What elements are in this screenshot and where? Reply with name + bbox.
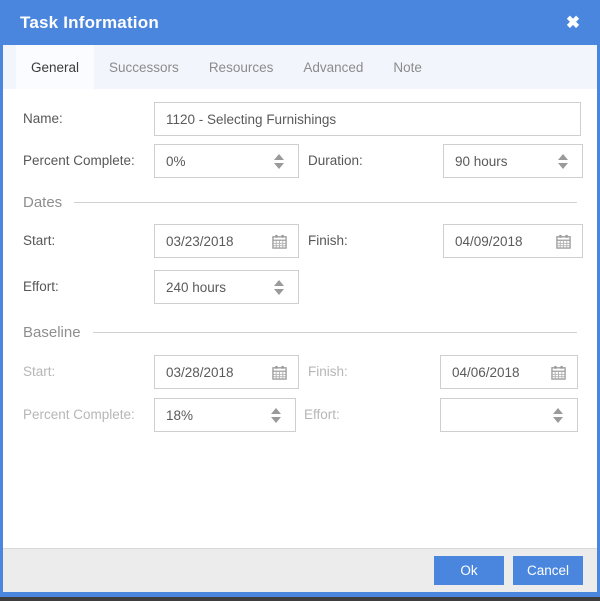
dialog-titlebar: Task Information ✖ [3, 0, 597, 45]
baseline-percent-complete-label: Percent Complete: [23, 407, 135, 422]
dates-effort-stepper[interactable]: 240 hours [154, 270, 299, 304]
baseline-finish-value: 04/06/2018 [452, 364, 520, 380]
baseline-finish-label: Finish: [308, 364, 348, 379]
screen: Task Information ✖ General Successors Re… [0, 0, 600, 601]
tab-advanced-label: Advanced [303, 59, 364, 75]
section-baseline-title: Baseline [23, 323, 81, 341]
spinner-icon[interactable] [545, 402, 571, 428]
tab-general[interactable]: General [16, 45, 95, 89]
dates-start-date-input[interactable]: 03/23/2018 [154, 224, 299, 258]
dialog-title: Task Information [20, 12, 159, 32]
calendar-icon[interactable] [551, 229, 575, 253]
ok-button[interactable]: Ok [433, 556, 504, 585]
baseline-effort-label: Effort: [304, 407, 340, 422]
duration-stepper[interactable]: 90 hours [443, 144, 583, 178]
section-baseline: Baseline [23, 322, 577, 342]
spinner-icon[interactable] [266, 148, 292, 174]
dates-effort-label: Effort: [23, 279, 59, 294]
baseline-effort-stepper[interactable] [440, 398, 578, 432]
percent-complete-stepper[interactable]: 0% [154, 144, 299, 178]
section-divider [92, 331, 577, 333]
row-dates-start-finish: Start: 03/23/2018 Finish: 04/09/2018 [3, 224, 597, 258]
cancel-button[interactable]: Cancel [512, 556, 583, 585]
task-information-dialog: Task Information ✖ General Successors Re… [0, 0, 600, 597]
calendar-icon[interactable] [267, 360, 291, 384]
baseline-start-date-input[interactable]: 03/28/2018 [154, 355, 299, 389]
tab-resources-label: Resources [208, 59, 274, 75]
row-baseline-start-finish: Start: 03/28/2018 Finish: 04/06/2018 [3, 355, 597, 389]
baseline-start-value: 03/28/2018 [166, 364, 234, 380]
percent-complete-label: Percent Complete: [23, 153, 135, 168]
dates-start-value: 03/23/2018 [166, 233, 234, 249]
percent-complete-value: 0% [166, 153, 186, 169]
tab-note[interactable]: Note [378, 45, 437, 89]
section-dates-title: Dates [23, 193, 63, 211]
calendar-icon[interactable] [546, 360, 570, 384]
tab-note-label: Note [393, 59, 422, 75]
duration-value: 90 hours [455, 153, 508, 169]
baseline-percent-complete-value: 18% [166, 407, 194, 423]
name-input[interactable]: 1120 - Selecting Furnishings [154, 102, 581, 136]
tab-successors[interactable]: Successors [94, 45, 194, 89]
dialog-footer: Ok Cancel [3, 548, 597, 592]
dates-effort-value: 240 hours [166, 279, 227, 295]
spinner-icon[interactable] [263, 402, 289, 428]
spinner-icon[interactable] [266, 274, 292, 300]
tab-advanced[interactable]: Advanced [288, 45, 378, 89]
row-percent-duration: Percent Complete: 0% Duration: 90 hours [3, 144, 597, 178]
dates-start-label: Start: [23, 233, 56, 248]
name-input-value: 1120 - Selecting Furnishings [166, 111, 337, 127]
tab-bar: General Successors Resources Advanced No… [3, 45, 597, 89]
name-label: Name: [23, 111, 63, 126]
row-baseline-percent-effort: Percent Complete: 18% Effort: [3, 398, 597, 432]
spinner-icon[interactable] [550, 148, 576, 174]
baseline-finish-date-input[interactable]: 04/06/2018 [440, 355, 578, 389]
baseline-percent-complete-stepper[interactable]: 18% [154, 398, 296, 432]
duration-label: Duration: [308, 153, 363, 168]
section-divider [74, 201, 577, 203]
row-dates-effort: Effort: 240 hours [3, 270, 597, 304]
tab-general-label: General [31, 59, 80, 75]
tab-resources[interactable]: Resources [194, 45, 289, 89]
baseline-start-label: Start: [23, 364, 56, 379]
dates-finish-label: Finish: [308, 233, 348, 248]
tab-successors-label: Successors [109, 59, 179, 75]
section-dates: Dates [23, 192, 577, 212]
dialog-body: Name: 1120 - Selecting Furnishings Perce… [3, 89, 597, 548]
dates-finish-value: 04/09/2018 [455, 233, 523, 249]
row-name: Name: 1120 - Selecting Furnishings [3, 102, 597, 136]
calendar-icon[interactable] [267, 229, 291, 253]
dates-finish-date-input[interactable]: 04/09/2018 [443, 224, 583, 258]
close-icon[interactable]: ✖ [562, 12, 584, 34]
